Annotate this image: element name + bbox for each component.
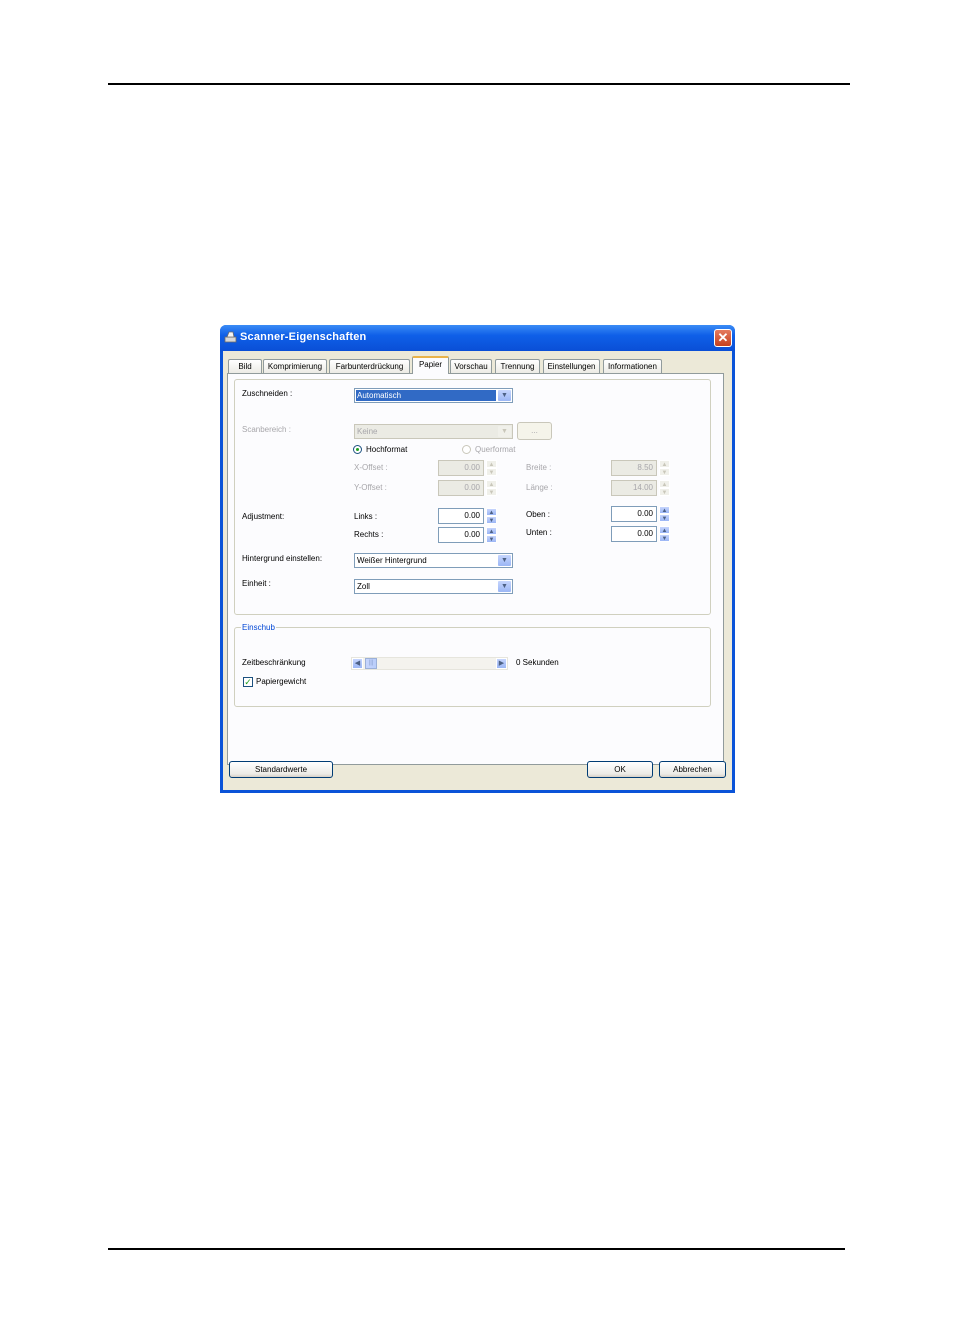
tab-trennung[interactable]: Trennung <box>495 359 540 373</box>
length-label: Länge : <box>526 483 553 492</box>
tab-papier[interactable]: Papier <box>412 356 449 374</box>
portrait-label: Hochformat <box>366 445 408 454</box>
scan-area-select[interactable]: Keine ▼ <box>354 424 513 439</box>
feed-group-title: Einschub <box>241 623 276 632</box>
ok-button[interactable]: OK <box>587 761 653 778</box>
up-arrow-icon[interactable]: ▲ <box>486 460 497 468</box>
y-offset-label: Y-Offset : <box>354 483 387 492</box>
cancel-button[interactable]: Abbrechen <box>659 761 726 778</box>
up-arrow-icon[interactable]: ▲ <box>659 526 670 534</box>
x-offset-spinner[interactable]: ▲ ▼ <box>486 460 497 476</box>
tab-einstellungen[interactable]: Einstellungen <box>543 359 600 373</box>
up-arrow-icon[interactable]: ▲ <box>659 506 670 514</box>
scroll-left-icon[interactable]: ◀ <box>352 658 363 669</box>
window-title: Scanner-Eigenschaften <box>240 331 367 343</box>
up-arrow-icon[interactable]: ▲ <box>659 480 670 488</box>
top-margin-spinner[interactable]: ▲ ▼ <box>659 506 670 522</box>
length-spinner[interactable]: ▲ ▼ <box>659 480 670 496</box>
down-arrow-icon[interactable]: ▼ <box>486 488 497 496</box>
adjustment-label: Adjustment: <box>242 512 285 521</box>
down-arrow-icon[interactable]: ▼ <box>486 468 497 476</box>
footer-rule <box>108 1248 845 1250</box>
timeout-slider-thumb[interactable]: ||| <box>365 658 377 669</box>
background-label: Hintergrund einstellen: <box>242 554 323 563</box>
down-arrow-icon[interactable]: ▼ <box>659 468 670 476</box>
down-arrow-icon[interactable]: ▼ <box>659 488 670 496</box>
right-margin-field[interactable]: 0.00 <box>438 527 484 543</box>
left-margin-label: Links : <box>354 512 378 521</box>
up-arrow-icon[interactable]: ▲ <box>486 480 497 488</box>
title-bar[interactable]: Scanner-Eigenschaften ✕ <box>220 325 735 351</box>
x-offset-field[interactable]: 0.00 <box>438 460 484 476</box>
right-margin-spinner[interactable]: ▲ ▼ <box>486 527 497 543</box>
width-label: Breite : <box>526 463 552 472</box>
defaults-button[interactable]: Standardwerte <box>229 761 333 778</box>
down-arrow-icon[interactable]: ▼ <box>486 516 497 524</box>
close-button[interactable]: ✕ <box>714 329 732 347</box>
crop-value: Automatisch <box>356 390 496 401</box>
header-rule <box>108 83 850 85</box>
tab-informationen[interactable]: Informationen <box>603 359 662 373</box>
unit-value: Zoll <box>357 582 370 591</box>
y-offset-field[interactable]: 0.00 <box>438 480 484 496</box>
crop-label: Zuschneiden : <box>242 389 293 398</box>
chevron-down-icon[interactable]: ▼ <box>498 581 511 592</box>
bottom-margin-label: Unten : <box>526 528 552 537</box>
tab-bild[interactable]: Bild <box>228 359 262 373</box>
scan-area-browse-button[interactable]: ... <box>517 422 552 440</box>
dialog-client-area: Bild Komprimierung Farbunterdrückung Pap… <box>223 351 732 790</box>
tab-farbunterdrueckung[interactable]: Farbunterdrückung <box>329 359 410 373</box>
landscape-label: Querformat <box>475 445 516 454</box>
tab-vorschau[interactable]: Vorschau <box>450 359 492 373</box>
background-value: Weißer Hintergrund <box>357 556 427 565</box>
up-arrow-icon[interactable]: ▲ <box>486 527 497 535</box>
unit-select[interactable]: Zoll ▼ <box>354 579 513 594</box>
paper-weight-label: Papiergewicht <box>256 677 307 686</box>
scroll-right-icon[interactable]: ▶ <box>496 658 507 669</box>
left-margin-field[interactable]: 0.00 <box>438 508 484 524</box>
x-offset-label: X-Offset : <box>354 463 388 472</box>
timeout-label: Zeitbeschränkung <box>242 658 306 667</box>
up-arrow-icon[interactable]: ▲ <box>659 460 670 468</box>
scanner-icon <box>224 331 237 343</box>
timeout-value: 0 Sekunden <box>516 658 559 667</box>
timeout-slider[interactable]: ◀ ||| ▶ <box>351 657 508 670</box>
scanner-properties-dialog: Scanner-Eigenschaften ✕ Bild Komprimieru… <box>220 325 735 793</box>
crop-select[interactable]: Automatisch ▼ <box>354 388 513 403</box>
unit-label: Einheit : <box>242 579 271 588</box>
feed-group: Einschub Zeitbeschränkung ◀ ||| ▶ 0 Seku… <box>234 623 711 707</box>
width-field[interactable]: 8.50 <box>611 460 657 476</box>
bottom-margin-spinner[interactable]: ▲ ▼ <box>659 526 670 542</box>
top-margin-label: Oben : <box>526 510 551 519</box>
up-arrow-icon[interactable]: ▲ <box>486 508 497 516</box>
chevron-down-icon[interactable]: ▼ <box>498 426 511 437</box>
width-spinner[interactable]: ▲ ▼ <box>659 460 670 476</box>
y-offset-spinner[interactable]: ▲ ▼ <box>486 480 497 496</box>
bottom-margin-field[interactable]: 0.00 <box>611 526 657 542</box>
down-arrow-icon[interactable]: ▼ <box>486 535 497 543</box>
scan-area-value: Keine <box>357 427 378 436</box>
tab-panel-papier: Zuschneiden : Automatisch ▼ Scanbereich … <box>227 373 724 765</box>
paper-group: Zuschneiden : Automatisch ▼ Scanbereich … <box>234 379 711 615</box>
top-margin-field[interactable]: 0.00 <box>611 506 657 522</box>
background-select[interactable]: Weißer Hintergrund ▼ <box>354 553 513 568</box>
scan-area-label: Scanbereich : <box>242 425 291 434</box>
left-margin-spinner[interactable]: ▲ ▼ <box>486 508 497 524</box>
down-arrow-icon[interactable]: ▼ <box>659 514 670 522</box>
right-margin-label: Rechts : <box>354 530 384 539</box>
length-field[interactable]: 14.00 <box>611 480 657 496</box>
chevron-down-icon[interactable]: ▼ <box>498 390 511 401</box>
tab-komprimierung[interactable]: Komprimierung <box>263 359 327 373</box>
landscape-radio[interactable] <box>462 445 471 454</box>
paper-weight-checkbox[interactable]: ✓ <box>243 677 253 687</box>
chevron-down-icon[interactable]: ▼ <box>498 555 511 566</box>
radio-selected-dot <box>356 448 359 451</box>
down-arrow-icon[interactable]: ▼ <box>659 534 670 542</box>
portrait-radio[interactable] <box>353 445 362 454</box>
